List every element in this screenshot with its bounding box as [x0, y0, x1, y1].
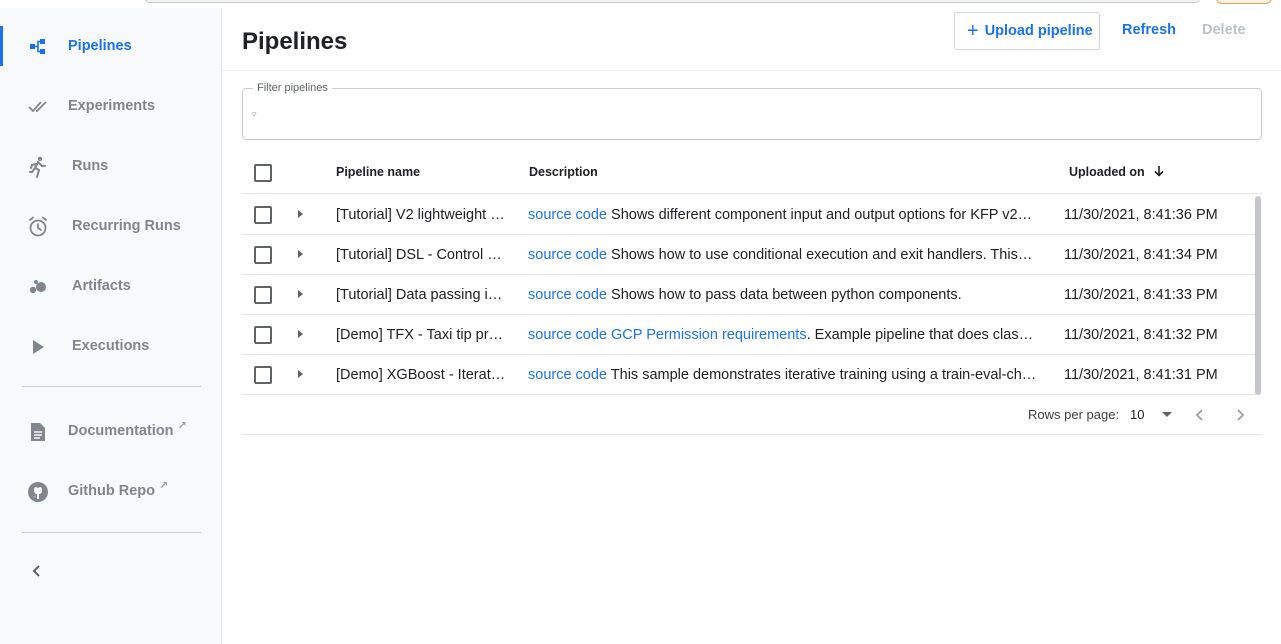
chevron-left-icon	[32, 565, 40, 577]
rows-per-page-label: Rows per page:	[1028, 407, 1120, 422]
sidebar-item-label: Github Repo ↗	[68, 480, 169, 499]
pipeline-description: source code Shows different component in…	[528, 207, 1033, 223]
pagination-bar: Rows per page: 10	[242, 395, 1262, 435]
previous-page-button[interactable]	[1192, 407, 1206, 428]
table-row[interactable]: [Tutorial] V2 lightweight … source code …	[242, 195, 1256, 235]
filter-pipelines-field[interactable]: Filter pipelines ▿	[242, 82, 1262, 140]
pipeline-name[interactable]: [Tutorial] DSL - Control …	[336, 247, 516, 263]
sidebar-item-executions[interactable]: Executions	[0, 326, 222, 366]
sidebar-divider	[22, 532, 201, 533]
rows-per-page-select[interactable]: 10	[1130, 407, 1144, 422]
table-scrollbar[interactable]	[1255, 196, 1261, 395]
expand-row-icon[interactable]	[295, 367, 307, 381]
sidebar-item-pipelines[interactable]: Pipelines	[0, 26, 222, 66]
main-content: Pipelines + Upload pipeline Refresh Dele…	[222, 8, 1281, 644]
pipeline-icon	[27, 36, 49, 58]
expand-row-icon[interactable]	[295, 247, 307, 261]
uploaded-on: 11/30/2021, 8:41:33 PM	[1064, 287, 1218, 303]
select-all-checkbox[interactable]	[254, 164, 272, 182]
uploaded-on: 11/30/2021, 8:41:34 PM	[1064, 247, 1218, 263]
pipeline-description: source code GCP Permission requirements.…	[528, 327, 1034, 343]
collapse-sidebar-button[interactable]	[26, 560, 48, 582]
expand-row-icon[interactable]	[295, 207, 307, 221]
refresh-button[interactable]: Refresh	[1122, 22, 1176, 38]
sidebar-divider	[22, 386, 201, 387]
external-link-icon: ↗	[159, 480, 169, 492]
expand-row-icon[interactable]	[295, 327, 307, 341]
header-divider	[222, 70, 1281, 71]
uploaded-on: 11/30/2021, 8:41:36 PM	[1064, 207, 1218, 223]
sidebar-item-label: Runs	[72, 158, 109, 174]
play-icon	[27, 336, 49, 358]
pipeline-description: source code This sample demonstrates ite…	[528, 367, 1037, 383]
source-code-link[interactable]: source code	[528, 367, 607, 383]
pipeline-description: source code Shows how to pass data betwe…	[528, 287, 962, 303]
source-code-link[interactable]: source code	[528, 327, 607, 343]
source-code-link[interactable]: source code	[528, 247, 607, 263]
table-row[interactable]: [Tutorial] Data passing i… source code S…	[242, 275, 1256, 315]
sidebar-item-runs[interactable]: Runs	[0, 146, 222, 186]
table-row[interactable]: [Demo] TFX - Taxi tip pr… source code GC…	[242, 315, 1256, 355]
next-page-button[interactable]	[1234, 407, 1248, 428]
sidebar-item-documentation[interactable]: Documentation ↗	[0, 411, 222, 451]
sidebar-item-label: Pipelines	[68, 38, 132, 54]
column-header-uploaded[interactable]: Uploaded on	[1069, 165, 1165, 179]
browser-top-strip	[0, 0, 1281, 8]
column-header-description: Description	[529, 165, 598, 179]
row-checkbox[interactable]	[254, 286, 272, 304]
sidebar-item-experiments[interactable]: Experiments	[0, 86, 222, 126]
pipeline-name[interactable]: [Tutorial] Data passing i…	[336, 287, 516, 303]
document-icon	[27, 421, 49, 443]
top-right-button-edge	[1216, 0, 1272, 4]
upload-pipeline-label: Upload pipeline	[984, 23, 1093, 39]
sidebar-item-label: Executions	[72, 338, 150, 354]
sidebar-item-label: Experiments	[68, 98, 156, 114]
row-checkbox[interactable]	[254, 366, 272, 384]
pipeline-name[interactable]: [Demo] XGBoost - Iterat…	[336, 367, 516, 383]
sidebar-item-label: Recurring Runs	[72, 218, 181, 234]
double-check-icon	[27, 96, 49, 118]
expand-row-icon[interactable]	[295, 287, 307, 301]
uploaded-on: 11/30/2021, 8:41:32 PM	[1064, 327, 1218, 343]
column-header-name[interactable]: Pipeline name	[336, 165, 420, 179]
row-checkbox[interactable]	[254, 206, 272, 224]
sidebar: Pipelines Experiments Runs Recurring Run…	[0, 8, 222, 644]
table-row[interactable]: [Demo] XGBoost - Iterat… source code Thi…	[242, 355, 1256, 395]
filter-label: Filter pipelines	[253, 82, 332, 94]
dropdown-arrow-icon[interactable]	[1160, 407, 1174, 426]
table-header: Pipeline name Description Uploaded on	[242, 152, 1262, 194]
address-bar-edge	[145, 0, 1200, 3]
uploaded-on: 11/30/2021, 8:41:31 PM	[1064, 367, 1218, 383]
pipeline-name[interactable]: [Tutorial] V2 lightweight …	[336, 207, 516, 223]
sort-arrow-down-icon	[1154, 166, 1164, 177]
alarm-clock-icon	[27, 216, 49, 238]
sidebar-item-recurring-runs[interactable]: Recurring Runs	[0, 206, 222, 246]
sidebar-item-label: Documentation ↗	[68, 420, 187, 439]
pipeline-name[interactable]: [Demo] TFX - Taxi tip pr…	[336, 327, 516, 343]
row-checkbox[interactable]	[254, 326, 272, 344]
chevron-right-icon	[1237, 409, 1245, 421]
table-row[interactable]: [Tutorial] DSL - Control … source code S…	[242, 235, 1256, 275]
delete-button: Delete	[1202, 22, 1246, 38]
source-code-link[interactable]: source code	[528, 207, 607, 223]
sidebar-item-artifacts[interactable]: Artifacts	[0, 266, 222, 306]
upload-pipeline-button[interactable]: + Upload pipeline	[954, 12, 1100, 50]
bubbles-icon	[27, 276, 49, 298]
chevron-left-icon	[1195, 409, 1203, 421]
plus-icon: +	[967, 20, 979, 42]
github-icon	[27, 481, 49, 503]
sidebar-item-label: Artifacts	[72, 278, 131, 294]
page-title: Pipelines	[242, 28, 348, 55]
sidebar-item-github-repo[interactable]: Github Repo ↗	[0, 471, 222, 511]
row-checkbox[interactable]	[254, 246, 272, 264]
source-code-link[interactable]: source code	[528, 287, 607, 303]
gcp-permission-link[interactable]: GCP Permission requirements	[611, 327, 807, 343]
running-person-icon	[27, 156, 49, 178]
external-link-icon: ↗	[177, 420, 187, 432]
filter-icon: ▿	[252, 109, 257, 119]
pipeline-description: source code Shows how to use conditional…	[528, 247, 1033, 263]
